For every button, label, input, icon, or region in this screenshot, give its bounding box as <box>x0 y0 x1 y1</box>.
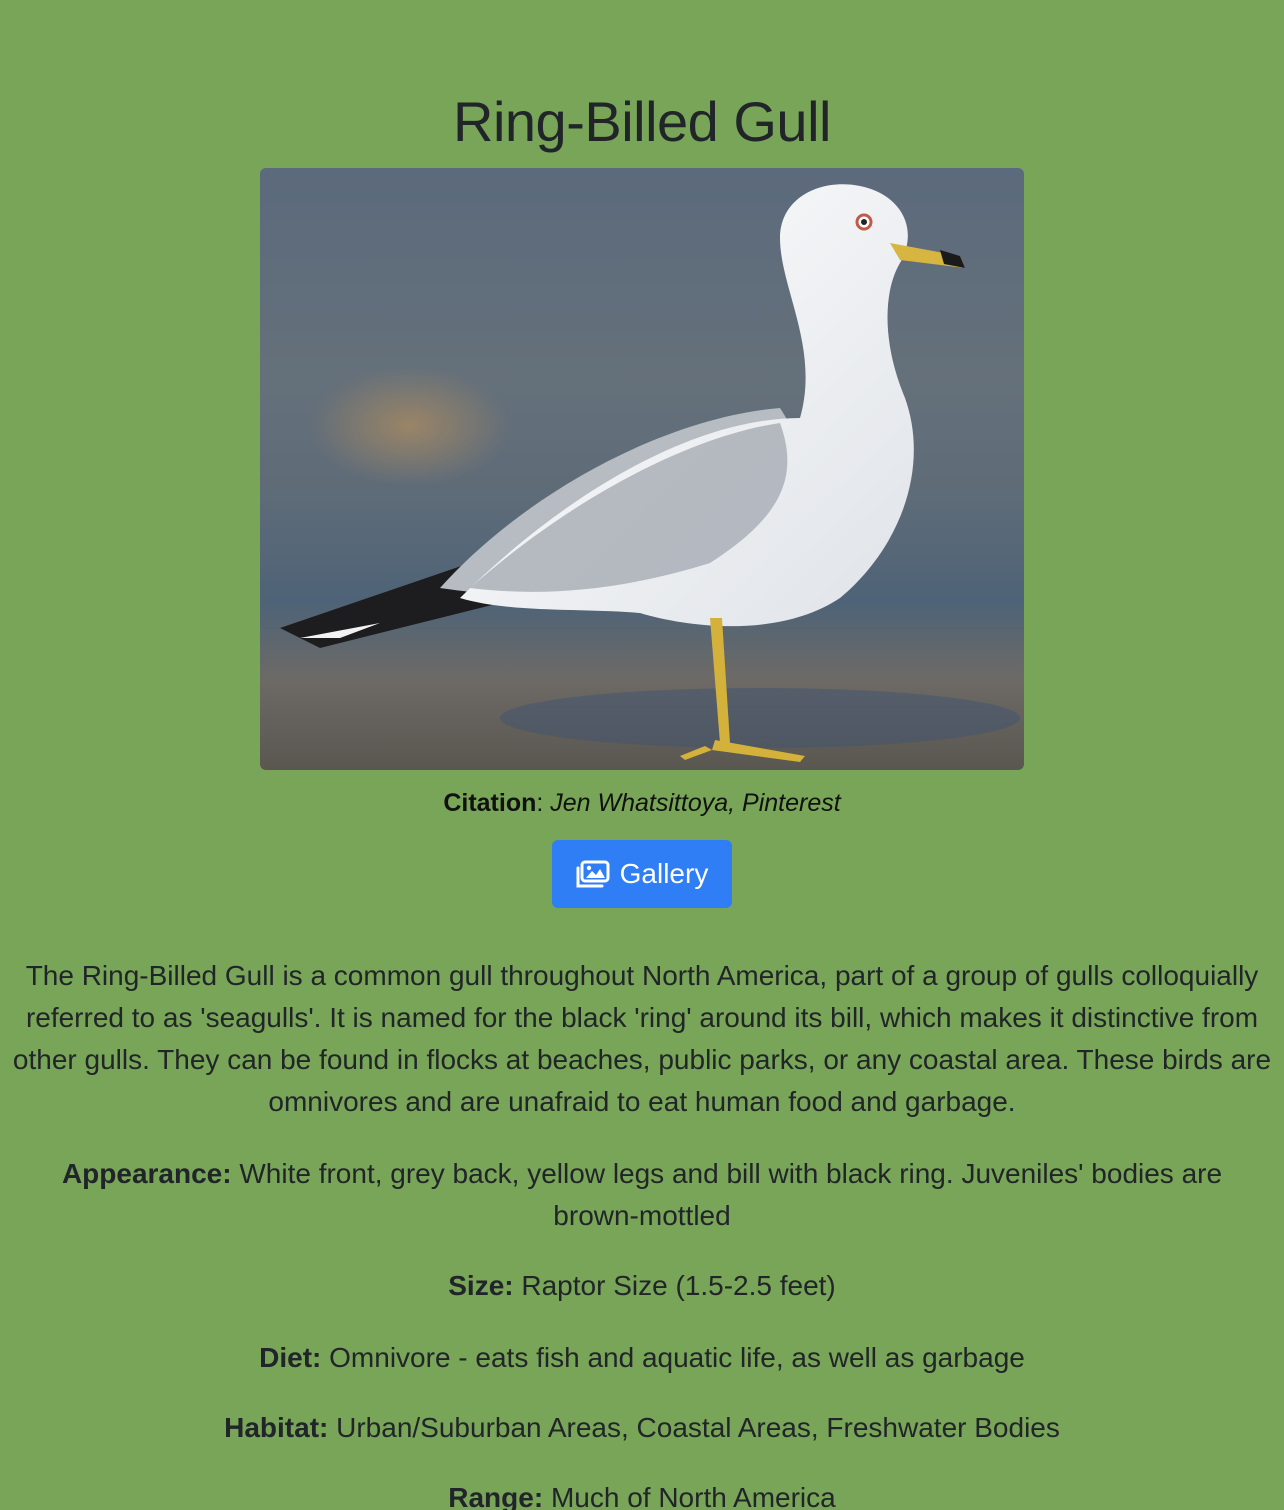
fact-value: White front, grey back, yellow legs and … <box>239 1158 1223 1231</box>
fact-value: Much of North America <box>550 1482 836 1510</box>
gallery-button-label: Gallery <box>619 858 709 889</box>
fact-appearance: Appearance: White front, grey back, yell… <box>0 1153 1284 1237</box>
fact-value: Raptor Size (1.5-2.5 feet) <box>521 1270 836 1301</box>
fact-label: Appearance: <box>61 1158 232 1189</box>
bird-description: The Ring-Billed Gull is a common gull th… <box>12 960 1272 1117</box>
citation-source: Jen Whatsittoya, Pinterest <box>550 789 841 817</box>
fact-range: Range: Much of North America <box>0 1477 1284 1510</box>
fact-habitat: Habitat: Urban/Suburban Areas, Coastal A… <box>0 1407 1284 1449</box>
fact-label: Habitat: <box>224 1412 329 1443</box>
fact-diet: Diet: Omnivore - eats fish and aquatic l… <box>0 1337 1284 1379</box>
page-title: Ring-Billed Gull <box>453 90 831 153</box>
fact-size: Size: Raptor Size (1.5-2.5 feet) <box>0 1265 1284 1307</box>
bird-page: Ring-Billed Gull Citation: Jen Whatsitto… <box>0 0 1284 1510</box>
bird-photo <box>260 168 1024 770</box>
fact-label: Range: <box>448 1482 544 1510</box>
fact-value: Urban/Suburban Areas, Coastal Areas, Fre… <box>336 1412 1060 1443</box>
photo-citation: Citation: Jen Whatsittoya, Pinterest <box>443 789 841 817</box>
fact-label: Diet: <box>259 1342 322 1373</box>
fact-value: Omnivore - eats fish and aquatic life, a… <box>329 1342 1025 1373</box>
gallery-button[interactable]: Gallery <box>552 840 732 908</box>
citation-label: Citation <box>443 789 537 817</box>
images-icon <box>576 860 610 888</box>
fact-label: Size: <box>448 1270 514 1301</box>
